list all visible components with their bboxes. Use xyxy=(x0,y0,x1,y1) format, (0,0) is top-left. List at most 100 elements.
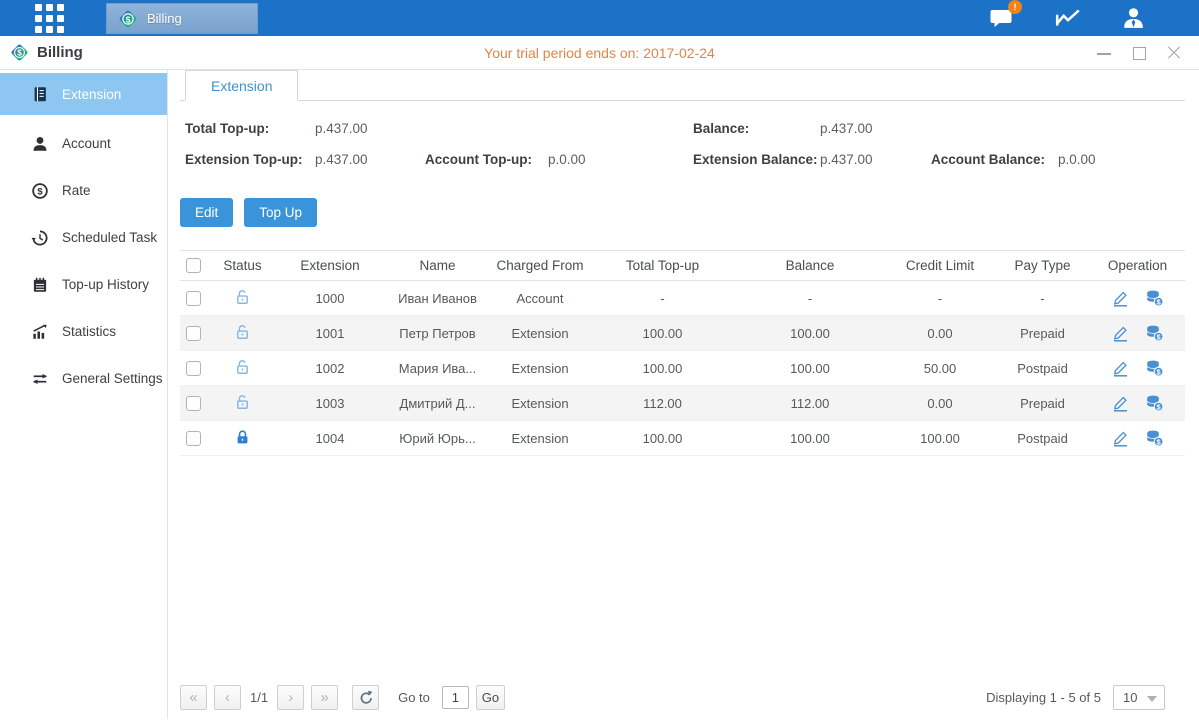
extension-name: Мария Ива... xyxy=(385,361,490,376)
table-row: 1001 Петр Петров Extension 100.00 100.00… xyxy=(180,316,1185,351)
taskbar-tab-billing[interactable]: $ Billing xyxy=(106,3,258,34)
col-total-topup: Total Top-up xyxy=(590,258,735,273)
billing-app-icon: $ xyxy=(117,8,139,30)
prev-page-button[interactable]: ‹ xyxy=(214,685,241,710)
pay-type: Postpaid xyxy=(995,361,1090,376)
sidebar-item-label: Extension xyxy=(62,87,121,102)
total-topup: 100.00 xyxy=(590,361,735,376)
last-page-icon: » xyxy=(320,689,328,706)
top-up-row-icon[interactable]: $ xyxy=(1145,359,1164,377)
balance: 100.00 xyxy=(735,361,885,376)
extension-name: Петр Петров xyxy=(385,326,490,341)
extension-number: 1000 xyxy=(275,291,385,306)
table-header-row: Status Extension Name Charged From Total… xyxy=(180,250,1185,281)
charged-from: Extension xyxy=(490,326,590,341)
pagination-bar: « ‹ 1/1 › » Go to Go Displaying 1 - 5 of… xyxy=(180,683,1185,711)
svg-text:$: $ xyxy=(126,14,131,24)
table-body: 1000 Иван Иванов Account - - - - xyxy=(180,281,1185,456)
sidebar-item-label: Scheduled Task xyxy=(62,230,157,245)
pay-type: Prepaid xyxy=(995,396,1090,411)
close-icon[interactable] xyxy=(1167,46,1181,60)
edit-row-icon[interactable] xyxy=(1111,359,1130,377)
credit-limit: 0.00 xyxy=(885,326,995,341)
account-balance-value: p.0.00 xyxy=(1058,152,1096,167)
top-up-button[interactable]: Top Up xyxy=(244,198,317,227)
row-checkbox[interactable] xyxy=(186,326,201,341)
sidebar-item-label: Account xyxy=(62,136,111,151)
desktop-topbar: $ Billing ! xyxy=(0,0,1199,36)
table-row: 1003 Дмитрий Д... Extension 112.00 112.0… xyxy=(180,386,1185,421)
balance: 112.00 xyxy=(735,396,885,411)
extension-number: 1003 xyxy=(275,396,385,411)
top-up-row-icon[interactable]: $ xyxy=(1145,289,1164,307)
top-up-row-icon[interactable]: $ xyxy=(1145,394,1164,412)
extension-name: Юрий Юрь... xyxy=(385,431,490,446)
minimize-icon[interactable] xyxy=(1097,46,1111,60)
go-button[interactable]: Go xyxy=(476,685,505,710)
general-settings-icon xyxy=(31,370,49,388)
row-checkbox[interactable] xyxy=(186,431,201,446)
window-titlebar: $ Billing Your trial period ends on: 201… xyxy=(0,36,1199,70)
sidebar-item-label: Top-up History xyxy=(62,277,149,292)
total-topup-label: Total Top-up: xyxy=(185,121,269,136)
extension-number: 1002 xyxy=(275,361,385,376)
credit-limit: 0.00 xyxy=(885,396,995,411)
first-page-button[interactable]: « xyxy=(180,685,207,710)
sidebar-item-general-settings[interactable]: General Settings xyxy=(0,355,167,402)
sidebar-item-rate[interactable]: $ Rate xyxy=(0,167,167,214)
edit-button[interactable]: Edit xyxy=(180,198,233,227)
resource-monitor-icon[interactable] xyxy=(1055,6,1081,30)
sidebar-item-topup-history[interactable]: Top-up History xyxy=(0,261,167,308)
topup-history-icon xyxy=(31,276,49,294)
balance: 100.00 xyxy=(735,326,885,341)
svg-text:$: $ xyxy=(17,48,22,58)
table-row: 1000 Иван Иванов Account - - - - xyxy=(180,281,1185,316)
extension-name: Дмитрий Д... xyxy=(385,396,490,411)
edit-row-icon[interactable] xyxy=(1111,289,1130,307)
unlocked-icon xyxy=(234,358,251,376)
select-all-checkbox[interactable] xyxy=(186,258,201,273)
sidebar-item-scheduled-task[interactable]: Scheduled Task xyxy=(0,214,167,261)
extension-icon xyxy=(31,85,49,103)
edit-row-icon[interactable] xyxy=(1111,429,1130,447)
sidebar-item-extension[interactable]: Extension xyxy=(0,73,167,115)
account-icon xyxy=(31,135,49,153)
page-size-select[interactable]: 10 xyxy=(1113,685,1165,710)
edit-row-icon[interactable] xyxy=(1111,324,1130,342)
account-balance-label: Account Balance: xyxy=(931,152,1045,167)
credit-limit: 50.00 xyxy=(885,361,995,376)
displaying-status: Displaying 1 - 5 of 5 xyxy=(986,690,1101,705)
sidebar-item-account[interactable]: Account xyxy=(0,120,167,167)
last-page-button[interactable]: » xyxy=(311,685,338,710)
main-panel: Extension Total Top-up: p.437.00 Balance… xyxy=(168,70,1199,719)
sidebar-item-statistics[interactable]: Statistics xyxy=(0,308,167,355)
row-checkbox[interactable] xyxy=(186,291,201,306)
top-up-row-icon[interactable]: $ xyxy=(1145,429,1164,447)
unlocked-icon xyxy=(234,323,251,341)
col-charged-from: Charged From xyxy=(490,258,590,273)
balance: - xyxy=(735,291,885,306)
tab-extension[interactable]: Extension xyxy=(185,70,298,101)
balance-summary: Total Top-up: p.437.00 Balance: p.437.00… xyxy=(180,121,1185,185)
edit-row-icon[interactable] xyxy=(1111,394,1130,412)
prev-page-icon: ‹ xyxy=(225,689,230,706)
table-row: 1004 Юрий Юрь... Extension 100.00 100.00… xyxy=(180,421,1185,456)
top-up-row-icon[interactable]: $ xyxy=(1145,324,1164,342)
balance-label: Balance: xyxy=(693,121,749,136)
charged-from: Extension xyxy=(490,361,590,376)
app-launcher-icon[interactable] xyxy=(35,4,64,33)
row-checkbox[interactable] xyxy=(186,361,201,376)
goto-page-input[interactable] xyxy=(442,686,469,709)
col-operation: Operation xyxy=(1090,258,1185,273)
row-checkbox[interactable] xyxy=(186,396,201,411)
col-pay-type: Pay Type xyxy=(995,258,1090,273)
refresh-button[interactable] xyxy=(352,685,379,710)
user-account-icon[interactable] xyxy=(1121,6,1147,30)
sidebar-item-label: Statistics xyxy=(62,324,116,339)
next-page-button[interactable]: › xyxy=(277,685,304,710)
charged-from: Account xyxy=(490,291,590,306)
extension-topup-value: p.437.00 xyxy=(315,152,368,167)
maximize-icon[interactable] xyxy=(1132,46,1146,60)
notifications-icon[interactable]: ! xyxy=(989,6,1015,30)
col-status: Status xyxy=(210,258,275,273)
